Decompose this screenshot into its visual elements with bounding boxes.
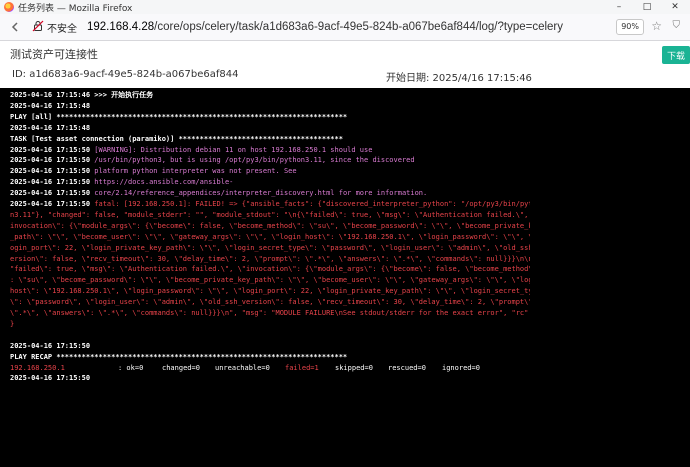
log-line: \": \"password\", \"login_user\": \"admi… [10, 298, 530, 307]
log-text: ogin_port\": 22, \"login_private_key_pat… [10, 243, 530, 252]
log-text: \".*\", \"answers\": \".*\", \"commands\… [10, 309, 530, 317]
log-line: host\": \"192.168.250.1\", \"login_passw… [10, 287, 530, 296]
tracking-shield-icon[interactable]: ⛉ [673, 20, 681, 31]
log-line: 2025-04-16 17:15:50 [10, 342, 530, 351]
log-line: 2025-04-16 17:15:50 fatal: [192.168.250.… [10, 200, 530, 209]
log-timestamp: 2025-04-16 17:15:48 [10, 123, 91, 132]
log-timestamp: 2025-04-16 17:15:46 [10, 91, 91, 99]
log-text: PLAY RECAP *****************************… [10, 352, 348, 361]
log-text: _path\": \"\", \"become_user\": \"\", \"… [10, 232, 530, 241]
log-timestamp: 2025-04-16 17:15:50 [10, 341, 91, 350]
log-line: PLAY [all] *****************************… [10, 113, 530, 122]
minimize-button[interactable]: – [605, 0, 633, 14]
log-text: host\": \"192.168.250.1\", \"login_passw… [10, 287, 530, 296]
close-window-button[interactable]: ✕ [661, 0, 689, 14]
log-text: TASK [Test asset connection (paramiko)] … [10, 134, 343, 143]
bookmark-star-icon[interactable]: ☆ [651, 19, 662, 33]
log-line: "failed\": true, \"msg\": \"Authenticati… [10, 265, 530, 274]
log-line: 2025-04-16 17:15:46 >>> 开始执行任务 [10, 91, 530, 100]
page-title: 测试资产可连接性 [10, 48, 98, 61]
recap-skipped: skipped=0 [335, 363, 373, 372]
log-line: 2025-04-16 17:15:50 [10, 374, 530, 383]
download-button[interactable]: 下载 [662, 46, 690, 64]
log-text: "failed\": true, \"msg\": \"Authenticati… [10, 265, 530, 274]
log-timestamp: 2025-04-16 17:15:50 [10, 374, 91, 383]
log-timestamp: 2025-04-16 17:15:50 [10, 200, 91, 208]
zoom-level-button[interactable]: 90% [616, 19, 644, 35]
back-icon[interactable] [6, 18, 24, 36]
recap-host: 192.168.250.1 [10, 363, 65, 372]
log-line: 2025-04-16 17:15:50 [WARNING]: Distribut… [10, 146, 530, 155]
log-text: n3.11"}, "changed": false, "module_stder… [10, 210, 530, 219]
url-path: /core/ops/celery/task/a1d683a6-9acf-49e5… [154, 21, 564, 33]
log-line: invocation\": {\"module_args\": {\"becom… [10, 222, 530, 231]
recap-rescued: rescued=0 [388, 363, 426, 372]
firefox-icon [4, 2, 14, 12]
window-title: 任务列表 — Mozilla Firefox [18, 3, 133, 14]
log-text: fatal: [192.168.250.1]: FAILED! => {"ans… [90, 200, 530, 208]
log-timestamp: 2025-04-16 17:15:50 [10, 145, 91, 154]
log-line: 2025-04-16 17:15:50 /usr/bin/python3, bu… [10, 156, 530, 165]
log-text: : \"su\", \"become_password\": \"\", \"b… [10, 276, 530, 285]
log-timestamp: 2025-04-16 17:15:48 [10, 101, 91, 110]
maximize-button[interactable]: □ [633, 0, 661, 14]
insecure-lock-icon [32, 20, 44, 35]
recap-failed: failed=1 [285, 363, 319, 372]
log-text: https://docs.ansible.com/ansible- [90, 178, 234, 187]
url-host: 192.168.4.28 [87, 21, 155, 33]
log-text: platform python interpreter was not pres… [90, 167, 297, 176]
log-line: TASK [Test asset connection (paramiko)] … [10, 135, 530, 144]
log-text: invocation\": {\"module_args\": {\"becom… [10, 221, 530, 230]
log-text: /usr/bin/python3, but is using /opt/py3/… [90, 156, 415, 165]
recap-unreachable: unreachable=0 [215, 363, 270, 372]
log-line: n3.11"}, "changed": false, "module_stder… [10, 211, 530, 220]
log-text: } [10, 319, 15, 328]
recap-changed: changed=0 [162, 363, 200, 372]
security-indicator[interactable]: 不安全 [32, 20, 77, 35]
log-line: 2025-04-16 17:15:48 [10, 102, 530, 111]
log-line: _path\": \"\", \"become_user\": \"\", \"… [10, 233, 530, 242]
log-text: ersion\": false, \"recv_timeout\": 30, \… [10, 254, 530, 263]
log-text: >>> 开始执行任务 [90, 91, 154, 99]
log-text: [WARNING]: Distribution debian 11 on hos… [90, 145, 373, 154]
log-timestamp: 2025-04-16 17:15:50 [10, 178, 91, 187]
log-line: : \"su\", \"become_password\": \"\", \"b… [10, 276, 530, 285]
url-field[interactable]: 192.168.4.28/core/ops/celery/task/a1d683… [87, 21, 563, 33]
log-line: PLAY RECAP *****************************… [10, 353, 530, 362]
recap-ok: : ok=0 [118, 363, 144, 372]
log-line: 2025-04-16 17:15:48 [10, 124, 530, 133]
start-date: 开始日期: 2025/4/16 17:15:46 [386, 73, 532, 84]
log-terminal[interactable]: 2025-04-16 17:15:46 >>> 开始执行任务 2025-04-16… [0, 88, 690, 467]
log-line: 2025-04-16 17:15:50 https://docs.ansible… [10, 178, 530, 187]
log-text: \": \"password\", \"login_user\": \"admi… [10, 298, 530, 307]
task-id: ID: a1d683a6-9acf-49e5-824b-a067be6af844 [12, 69, 239, 80]
log-text: core/2.14/reference_appendices/interpret… [90, 189, 428, 198]
log-line: 2025-04-16 17:15:50 core/2.14/reference_… [10, 189, 530, 198]
log-line: } [10, 320, 530, 329]
log-timestamp: 2025-04-16 17:15:50 [10, 189, 91, 198]
window-titlebar: 任务列表 — Mozilla Firefox – □ ✕ [0, 0, 690, 14]
security-label: 不安全 [47, 23, 77, 35]
navigation-toolbar: 不安全 192.168.4.28/core/ops/celery/task/a1… [0, 14, 690, 41]
log-line: 2025-04-16 17:15:50 platform python inte… [10, 167, 530, 176]
log-line: \".*\", \"answers\": \".*\", \"commands\… [10, 309, 530, 318]
log-timestamp: 2025-04-16 17:15:50 [10, 156, 91, 165]
log-line: ogin_port\": 22, \"login_private_key_pat… [10, 244, 530, 253]
log-text: PLAY [all] *****************************… [10, 112, 348, 121]
log-timestamp: 2025-04-16 17:15:50 [10, 167, 91, 176]
recap-ignored: ignored=0 [442, 363, 480, 372]
log-line: ersion\": false, \"recv_timeout\": 30, \… [10, 255, 530, 264]
